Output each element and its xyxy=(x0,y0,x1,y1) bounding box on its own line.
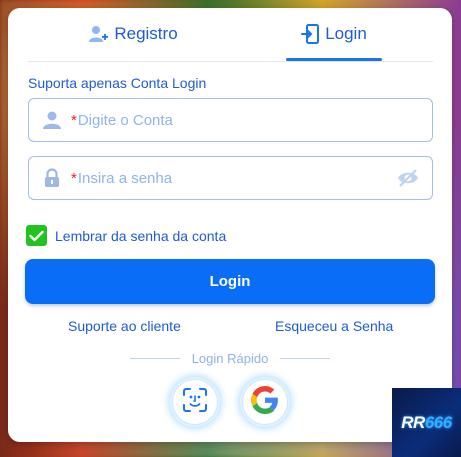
form-hint: Suporta apenas Conta Login xyxy=(28,75,207,91)
support-link[interactable]: Suporte ao cliente xyxy=(68,318,181,334)
login-button[interactable]: Login xyxy=(25,259,435,304)
divider-line xyxy=(280,358,330,359)
brand-logo-text: RR xyxy=(401,412,425,432)
account-input[interactable] xyxy=(77,111,378,129)
login-door-icon xyxy=(301,24,320,44)
password-field[interactable]: * xyxy=(28,156,433,200)
remember-password-toggle[interactable]: Lembrar da senha da conta xyxy=(26,225,226,246)
remember-label: Lembrar da senha da conta xyxy=(55,227,227,244)
required-mark: * xyxy=(71,169,77,187)
quick-login-label: Login Rápido xyxy=(191,351,269,366)
google-icon xyxy=(251,385,279,419)
check-icon xyxy=(29,230,44,241)
brand-logo-number: 666 xyxy=(424,412,452,432)
forgot-password-link[interactable]: Esqueceu a Senha xyxy=(275,318,393,334)
google-login-button[interactable] xyxy=(242,379,288,425)
account-field[interactable]: * xyxy=(28,98,433,142)
divider-line xyxy=(130,358,180,359)
tab-registro[interactable]: Registro xyxy=(48,8,218,60)
eye-off-icon[interactable] xyxy=(396,168,420,193)
user-add-icon xyxy=(88,24,109,44)
password-input[interactable] xyxy=(77,169,378,187)
face-login-button[interactable] xyxy=(172,379,218,425)
required-mark: * xyxy=(71,111,77,129)
lock-icon xyxy=(33,168,71,188)
tab-bar: Registro Login xyxy=(28,8,433,62)
brand-logo: RR666 xyxy=(392,388,461,457)
tab-login[interactable]: Login xyxy=(286,8,382,60)
user-icon xyxy=(33,110,71,130)
face-id-icon xyxy=(182,387,208,418)
quick-login-divider: Login Rápido xyxy=(130,351,330,366)
active-tab-indicator xyxy=(286,58,382,61)
login-modal: Registro Login Suporta apenas Conta Logi… xyxy=(8,8,452,442)
tab-registro-label: Registro xyxy=(114,24,178,43)
tab-login-label: Login xyxy=(325,24,367,43)
remember-checkbox[interactable] xyxy=(26,225,47,246)
